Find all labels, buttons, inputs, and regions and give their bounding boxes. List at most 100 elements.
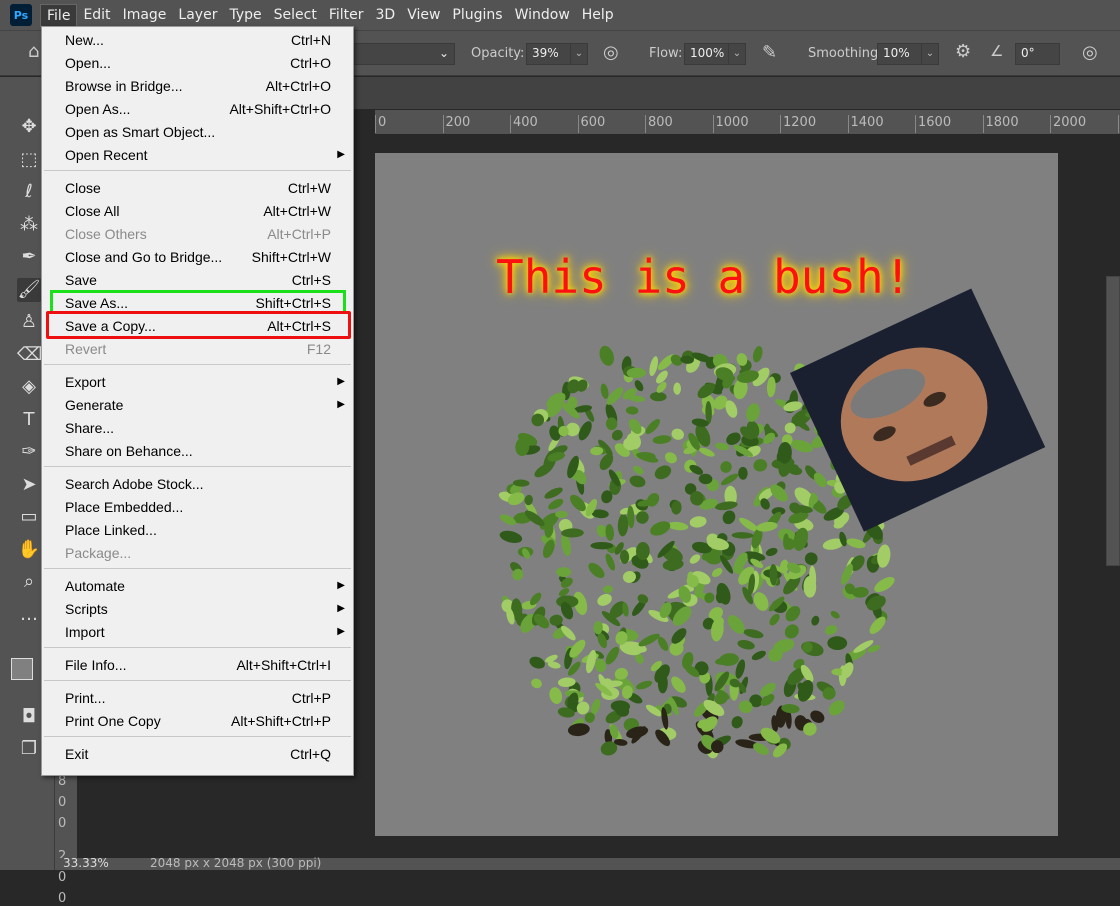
menu-separator [44, 364, 351, 365]
marquee-tool[interactable]: ⬚ [17, 148, 41, 172]
menu-item-scripts[interactable]: Scripts▶ [42, 597, 353, 620]
stamp-tool[interactable]: ♙ [17, 310, 41, 334]
pressure-opacity-icon[interactable]: ◎ [603, 42, 619, 63]
zoom-level[interactable]: 33.33% [63, 856, 109, 870]
ruler-tick-label: 200 [443, 115, 471, 133]
path-selection-tool[interactable]: ➤ [17, 473, 41, 497]
submenu-arrow-icon: ▶ [337, 626, 345, 637]
menu-item-close-all[interactable]: Close AllAlt+Ctrl+W [42, 199, 353, 222]
leaf [548, 686, 564, 706]
home-icon[interactable]: ⌂ [28, 41, 39, 62]
leaf [632, 464, 646, 476]
leaf [543, 485, 564, 501]
menu-item-shortcut: Ctrl+Q [290, 746, 331, 762]
menu-view[interactable]: View [401, 4, 446, 27]
leaf [765, 546, 779, 557]
leaf [810, 615, 821, 627]
ruler-tick-label: 1000 [713, 115, 749, 133]
leaf [648, 355, 660, 376]
gear-icon[interactable]: ⚙ [955, 41, 971, 62]
leaf [652, 434, 672, 445]
menu-item-generate[interactable]: Generate▶ [42, 393, 353, 416]
leaf [595, 592, 614, 609]
submenu-arrow-icon: ▶ [337, 580, 345, 591]
foreground-color-swatch[interactable] [11, 658, 33, 680]
more-tools[interactable]: … [17, 603, 41, 627]
screen-mode-icon[interactable]: ❐ [17, 737, 41, 761]
menu-item-export[interactable]: Export▶ [42, 370, 353, 393]
menu-type[interactable]: Type [223, 4, 267, 27]
menu-separator [44, 568, 351, 569]
zoom-tool[interactable]: ⌕ [17, 570, 41, 594]
quick-mask-icon[interactable]: ◘ [17, 705, 41, 729]
menu-item-search-adobe-stock[interactable]: Search Adobe Stock... [42, 472, 353, 495]
lasso-tool[interactable]: ℓ [17, 180, 41, 204]
menu-item-open[interactable]: Open...Ctrl+O [42, 51, 353, 74]
paint-bucket-tool[interactable]: ◈ [17, 375, 41, 399]
menu-item-automate[interactable]: Automate▶ [42, 574, 353, 597]
menu-item-place-embedded[interactable]: Place Embedded... [42, 495, 353, 518]
menu-item-browse-in-bridge[interactable]: Browse in Bridge...Alt+Ctrl+O [42, 74, 353, 97]
leaf [827, 636, 847, 650]
menu-item-print-one-copy[interactable]: Print One CopyAlt+Shift+Ctrl+P [42, 709, 353, 732]
menu-item-new[interactable]: New...Ctrl+N [42, 28, 353, 51]
menu-3d[interactable]: 3D [370, 4, 402, 27]
menu-layer[interactable]: Layer [172, 4, 223, 27]
mode-dropdown[interactable]: ⌄ [350, 43, 455, 65]
menu-item-close-and-go-to-bridge[interactable]: Close and Go to Bridge...Shift+Ctrl+W [42, 245, 353, 268]
menu-item-revert[interactable]: RevertF12 [42, 337, 353, 360]
leaf [628, 474, 646, 489]
menu-plugins[interactable]: Plugins [446, 4, 508, 27]
eraser-tool[interactable]: ⌫ [17, 343, 41, 367]
menu-item-label: Close [65, 180, 101, 196]
menu-image[interactable]: Image [117, 4, 173, 27]
menu-select[interactable]: Select [268, 4, 323, 27]
leaf [650, 392, 667, 402]
menu-file[interactable]: File [40, 4, 77, 27]
magic-wand-tool[interactable]: ⁂ [17, 213, 41, 237]
pen-tool[interactable]: ✑ [17, 440, 41, 464]
menu-window[interactable]: Window [509, 4, 576, 27]
menu-item-share-on-behance[interactable]: Share on Behance... [42, 439, 353, 462]
menu-separator [44, 736, 351, 737]
menu-item-close[interactable]: CloseCtrl+W [42, 176, 353, 199]
menu-item-print[interactable]: Print...Ctrl+P [42, 686, 353, 709]
angle-input[interactable]: 0° [1015, 43, 1060, 65]
menu-item-import[interactable]: Import▶ [42, 620, 353, 643]
menu-filter[interactable]: Filter [323, 4, 370, 27]
menu-item-save[interactable]: SaveCtrl+S [42, 268, 353, 291]
smoothing-dropdown[interactable]: ⌄ [921, 43, 939, 65]
eyedropper-tool[interactable]: ✒ [17, 245, 41, 269]
menu-item-close-others[interactable]: Close OthersAlt+Ctrl+P [42, 222, 353, 245]
rectangle-tool[interactable]: ▭ [17, 505, 41, 529]
leaf [498, 529, 523, 545]
smoothing-input[interactable]: 10% [877, 43, 922, 65]
collapsed-properties-panel[interactable] [1106, 276, 1120, 566]
leaf [737, 638, 756, 651]
opacity-input[interactable]: 39% [526, 43, 571, 65]
flow-input[interactable]: 100% [684, 43, 729, 65]
hand-tool[interactable]: ✋ [17, 538, 41, 562]
type-tool[interactable]: T [17, 408, 41, 432]
menu-item-open-as[interactable]: Open As...Alt+Shift+Ctrl+O [42, 97, 353, 120]
leaf [720, 508, 737, 526]
airbrush-icon[interactable]: ✎ [762, 42, 777, 63]
menu-item-file-info[interactable]: File Info...Alt+Shift+Ctrl+I [42, 653, 353, 676]
menu-item-share[interactable]: Share... [42, 416, 353, 439]
leaf [567, 722, 590, 737]
menu-item-package[interactable]: Package... [42, 541, 353, 564]
menu-item-label: Open... [65, 55, 111, 71]
menu-item-place-linked[interactable]: Place Linked... [42, 518, 353, 541]
menu-item-open-as-smart-object[interactable]: Open as Smart Object... [42, 120, 353, 143]
menu-item-exit[interactable]: ExitCtrl+Q [42, 742, 353, 765]
menu-item-label: Generate [65, 397, 123, 413]
submenu-arrow-icon: ▶ [337, 603, 345, 614]
move-tool[interactable]: ✥ [17, 115, 41, 139]
menu-edit[interactable]: Edit [77, 4, 116, 27]
menu-item-open-recent[interactable]: Open Recent▶ [42, 143, 353, 166]
brush-tool[interactable]: 🖌 [17, 278, 41, 302]
opacity-dropdown[interactable]: ⌄ [570, 43, 588, 65]
pressure-size-icon[interactable]: ◎ [1082, 42, 1098, 63]
flow-dropdown[interactable]: ⌄ [728, 43, 746, 65]
menu-help[interactable]: Help [576, 4, 620, 27]
